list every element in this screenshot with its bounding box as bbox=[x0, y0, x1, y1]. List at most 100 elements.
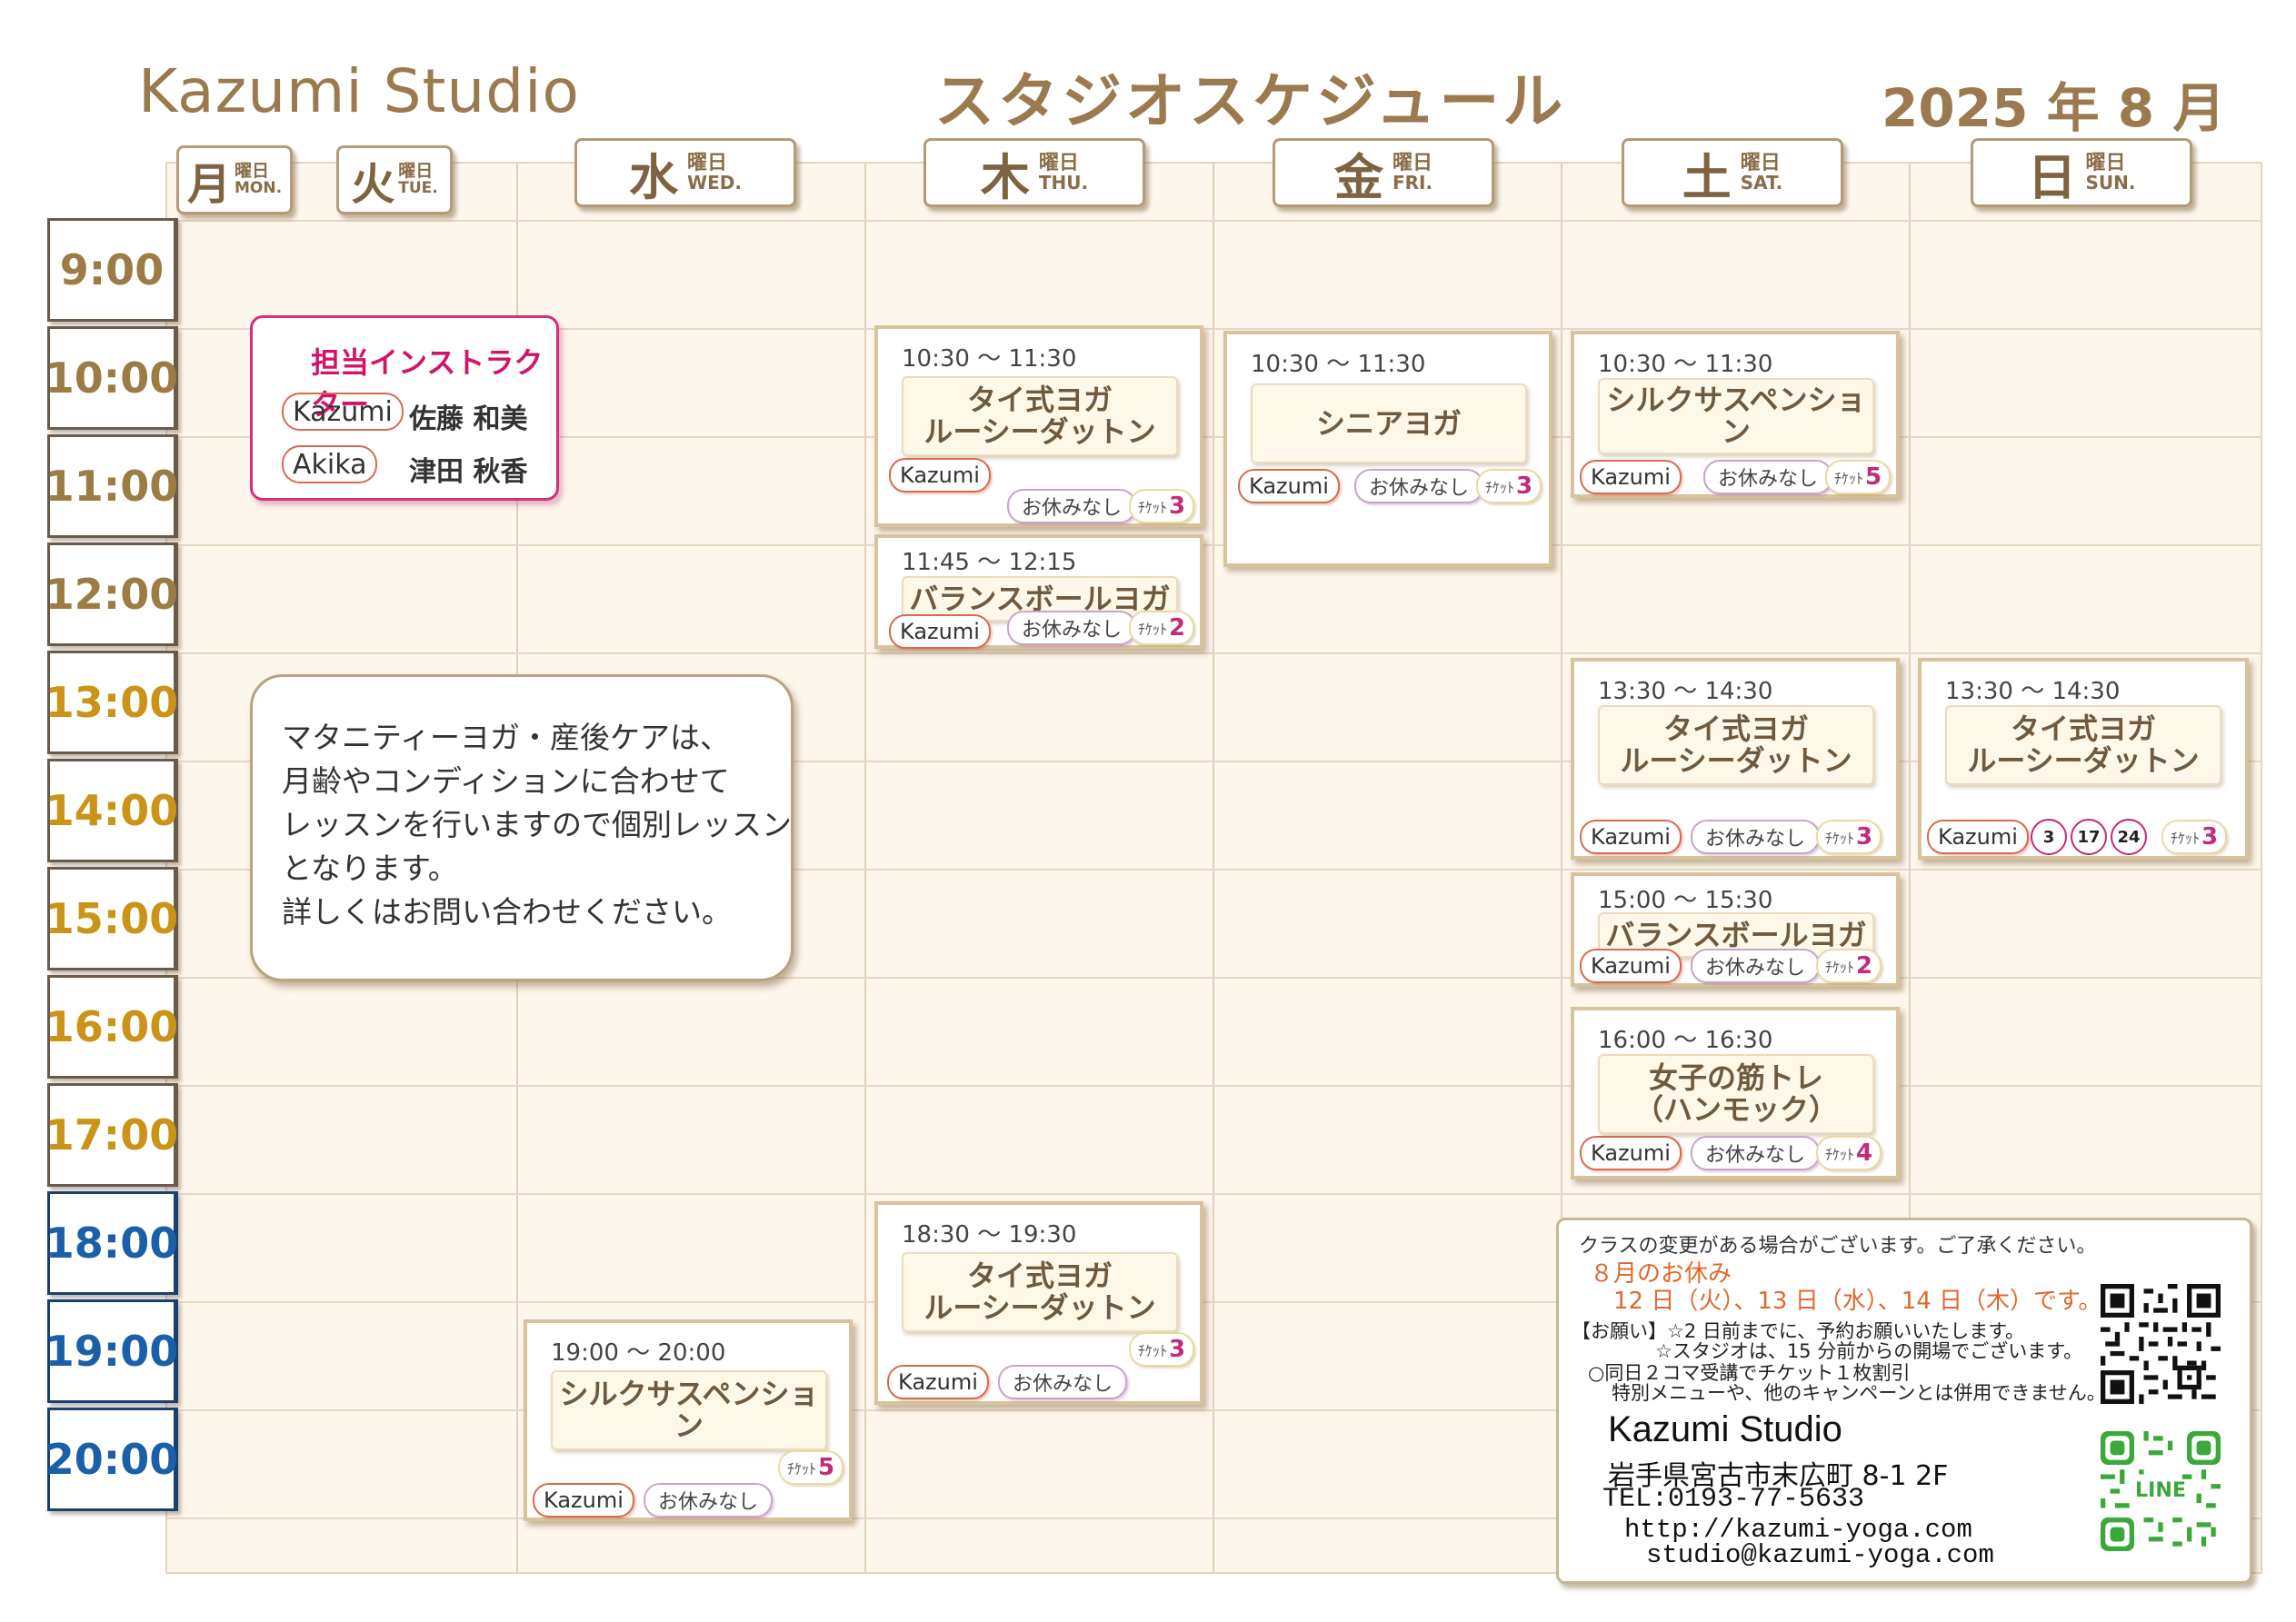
no-holiday-tag: お休みなし bbox=[644, 1483, 774, 1518]
holiday-dates: 12 日（火）、13 日（水）、14 日（木）です。 bbox=[1613, 1288, 2102, 1315]
instructor-tag: Akika bbox=[282, 445, 378, 483]
class-date-badge: 17 bbox=[2071, 819, 2107, 855]
time-slot-18: 18:00 bbox=[45, 1191, 178, 1295]
page-title: スタジオスケジュール bbox=[934, 66, 1567, 136]
ticket-tag: ﾁｹｯﾄ 2 bbox=[1816, 949, 1882, 983]
instructor-tag: Kazumi bbox=[887, 1365, 989, 1399]
class-card[interactable]: 13:30 ～ 14:30 タイ式ヨガ ルーシーダットン Kazumi お休みな… bbox=[1571, 658, 1900, 860]
time-slot-20: 20:00 bbox=[45, 1408, 178, 1511]
class-time: 18:30 ～ 19:30 bbox=[902, 1221, 1077, 1249]
class-card[interactable]: 18:30 ～ 19:30 タイ式ヨガ ルーシーダットン ﾁｹｯﾄ 3 Kazum… bbox=[874, 1201, 1203, 1405]
studio-name: Kazumi Studio bbox=[138, 56, 580, 126]
instructor-tag: Kazumi bbox=[1580, 460, 1682, 494]
day-header-wed: 水曜日 WED. bbox=[574, 138, 796, 207]
class-name: タイ式ヨガ ルーシーダットン bbox=[1598, 705, 1874, 785]
time-slot-19: 19:00 bbox=[45, 1299, 178, 1403]
class-name: タイ式ヨガ ルーシーダットン bbox=[902, 376, 1178, 456]
studio-email-link[interactable]: studio@kazumi-yoga.com bbox=[1646, 1540, 1994, 1570]
class-time: 15:00 ～ 15:30 bbox=[1598, 887, 1773, 914]
ticket-tag: ﾁｹｯﾄ 3 bbox=[1816, 820, 1882, 854]
class-date-badge: 3 bbox=[2031, 819, 2067, 855]
instructor-legend: 担当インストラクター Kazumi 佐藤 和美 Akika 津田 秋香 bbox=[250, 315, 559, 501]
line-qr-code-icon[interactable]: LINE bbox=[2101, 1431, 2221, 1551]
no-holiday-tag: お休みなし bbox=[1691, 1136, 1821, 1170]
class-card[interactable]: 11:45 ～ 12:15 バランスボールヨガ Kazumi お休みなし ﾁｹｯ… bbox=[874, 534, 1203, 649]
time-slot-12: 12:00 bbox=[45, 542, 178, 646]
day-header-sat: 土曜日 SAT. bbox=[1622, 138, 1843, 207]
class-card[interactable]: 10:30 ～ 11:30 シルクサスペンション Kazumi お休みなし ﾁｹ… bbox=[1571, 331, 1900, 498]
instructor-tag: Kazumi bbox=[889, 614, 991, 649]
class-time: 10:30 ～ 11:30 bbox=[902, 345, 1077, 373]
studio-info-box: クラスの変更がある場合がございます。ご了承ください。 ８月のお休み 12 日（火… bbox=[1556, 1218, 2252, 1584]
instructor-tag: Kazumi bbox=[1580, 1136, 1682, 1170]
no-holiday-tag: お休みなし bbox=[1007, 611, 1137, 645]
class-time: 16:00 ～ 16:30 bbox=[1598, 1027, 1773, 1054]
ticket-tag: ﾁｹｯﾄ 3 bbox=[1476, 469, 1542, 503]
no-holiday-tag: お休みなし bbox=[1691, 820, 1821, 854]
ticket-tag: ﾁｹｯﾄ 2 bbox=[1129, 611, 1195, 645]
class-card[interactable]: 10:30 ～ 11:30 シニアヨガ Kazumi お休みなし ﾁｹｯﾄ 3 bbox=[1223, 331, 1552, 567]
day-header-thu: 木曜日 THU. bbox=[923, 138, 1145, 207]
ticket-tag: ﾁｹｯﾄ 3 bbox=[2161, 820, 2228, 854]
instructor-tag: Kazumi bbox=[282, 393, 404, 431]
class-card[interactable]: 15:00 ～ 15:30 バランスボールヨガ Kazumi お休みなし ﾁｹｯ… bbox=[1571, 872, 1900, 987]
class-time: 11:45 ～ 12:15 bbox=[902, 549, 1077, 576]
day-header-mon: 月曜日 MON. bbox=[176, 145, 293, 214]
website-qr-code-icon[interactable] bbox=[2101, 1284, 2221, 1404]
maternity-note: マタニティーヨガ・産後ケアは、 月齢やコンディションに合わせて レッスンを行いま… bbox=[250, 674, 794, 981]
time-slot-14: 14:00 bbox=[45, 759, 178, 862]
instructor-tag: Kazumi bbox=[1580, 820, 1682, 854]
day-header-tue: 火曜日 TUE. bbox=[336, 145, 453, 214]
instructor-tag: Kazumi bbox=[1927, 820, 2029, 854]
time-slot-10: 10:00 bbox=[45, 326, 178, 430]
class-name: 女子の筋トレ （ハンモック） bbox=[1598, 1054, 1874, 1134]
time-slot-11: 11:00 bbox=[45, 434, 178, 538]
class-time: 13:30 ～ 14:30 bbox=[1598, 678, 1773, 705]
class-card[interactable]: 19:00 ～ 20:00 シルクサスペンション ﾁｹｯﾄ 5 Kazumi お休… bbox=[524, 1319, 853, 1521]
ticket-tag: ﾁｹｯﾄ 5 bbox=[778, 1450, 844, 1485]
class-card[interactable]: 16:00 ～ 16:30 女子の筋トレ （ハンモック） Kazumi お休みな… bbox=[1571, 1007, 1900, 1179]
no-holiday-tag: お休みなし bbox=[1703, 460, 1833, 494]
time-slot-9: 9:00 bbox=[47, 218, 178, 322]
class-name: タイ式ヨガ ルーシーダットン bbox=[1945, 705, 2221, 785]
studio-phone: TEL:0193-77-5633 bbox=[1602, 1484, 1865, 1515]
day-header-sun: 日曜日 SUN. bbox=[1971, 138, 2192, 207]
discount-condition: 特別メニューや、他のキャンペーンとは併用できません。 bbox=[1612, 1382, 2106, 1404]
ticket-tag: ﾁｹｯﾄ 5 bbox=[1825, 460, 1892, 494]
note-line: マタニティーヨガ・産後ケアは、 bbox=[282, 720, 731, 755]
no-holiday-tag: お休みなし bbox=[1691, 949, 1821, 983]
note-line: レッスンを行いますので個別レッスン bbox=[282, 807, 792, 842]
ticket-tag: ﾁｹｯﾄ 3 bbox=[1129, 489, 1195, 523]
no-holiday-tag: お休みなし bbox=[1354, 469, 1484, 503]
class-name: シルクサスペンション bbox=[1598, 378, 1874, 454]
instructor-tag: Kazumi bbox=[533, 1483, 634, 1518]
time-slot-17: 17:00 bbox=[45, 1083, 178, 1187]
schedule-month: 2025 年 8 月 bbox=[1882, 77, 2226, 139]
time-slot-16: 16:00 bbox=[45, 975, 178, 1079]
class-time: 19:00 ～ 20:00 bbox=[551, 1339, 726, 1367]
no-holiday-tag: お休みなし bbox=[998, 1365, 1128, 1399]
class-card[interactable]: 10:30 ～ 11:30 タイ式ヨガ ルーシーダットン Kazumi お休みな… bbox=[874, 325, 1203, 527]
time-slot-15: 15:00 bbox=[45, 867, 178, 970]
note-line: となります。 bbox=[282, 851, 458, 886]
class-time: 10:30 ～ 11:30 bbox=[1598, 351, 1773, 378]
no-holiday-tag: お休みなし bbox=[1007, 489, 1137, 523]
class-time: 13:30 ～ 14:30 bbox=[1945, 678, 2121, 705]
svg-text:LINE: LINE bbox=[2135, 1478, 2186, 1502]
day-header-fri: 金曜日 FRI. bbox=[1273, 138, 1494, 207]
instructor-name: 佐藤 和美 bbox=[409, 403, 528, 435]
class-name: シニアヨガ bbox=[1251, 383, 1527, 463]
ticket-tag: ﾁｹｯﾄ 4 bbox=[1816, 1136, 1882, 1170]
class-name: シルクサスペンション bbox=[551, 1370, 827, 1450]
class-time: 10:30 ～ 11:30 bbox=[1251, 351, 1426, 378]
instructor-name: 津田 秋香 bbox=[409, 456, 528, 488]
studio-name: Kazumi Studio bbox=[1608, 1409, 1842, 1449]
instructor-tag: Kazumi bbox=[1580, 949, 1682, 983]
note-line: 月齢やコンディションに合わせて bbox=[282, 763, 730, 799]
ticket-tag: ﾁｹｯﾄ 3 bbox=[1129, 1332, 1195, 1367]
class-date-badge: 24 bbox=[2111, 819, 2147, 855]
class-name: タイ式ヨガ ルーシーダットン bbox=[902, 1252, 1178, 1332]
instructor-tag: Kazumi bbox=[1238, 469, 1340, 503]
time-slot-13: 13:00 bbox=[45, 651, 178, 754]
class-card[interactable]: 13:30 ～ 14:30 タイ式ヨガ ルーシーダットン Kazumi 3 17… bbox=[1918, 658, 2249, 860]
